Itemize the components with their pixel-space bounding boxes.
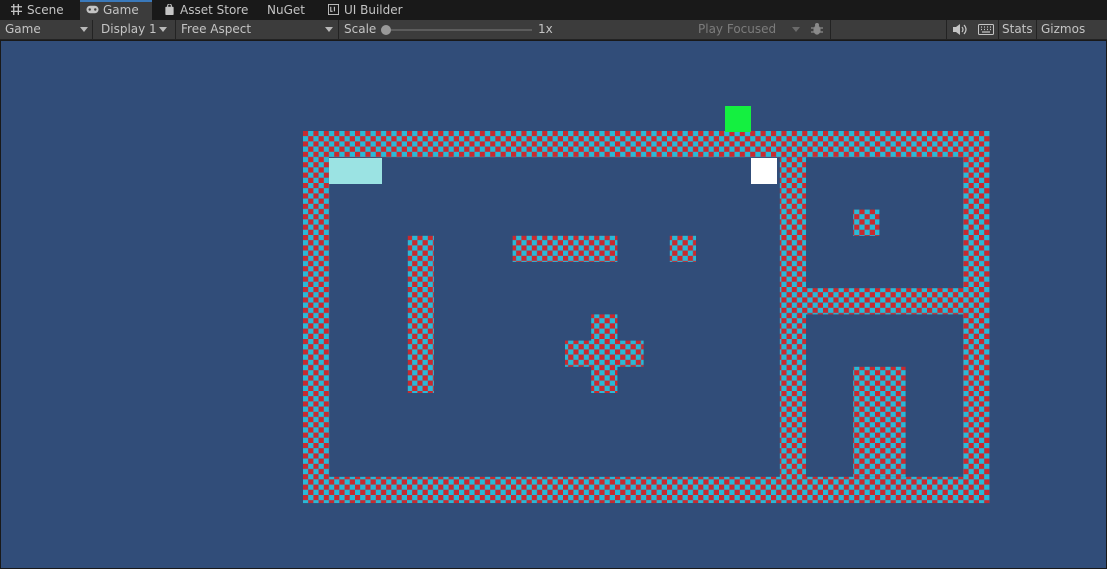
- wall-segment: [779, 157, 807, 498]
- wall-segment: [565, 340, 644, 367]
- tab-label: UI Builder: [344, 3, 403, 17]
- divider: [946, 20, 947, 39]
- chevron-down-icon: [325, 27, 333, 32]
- speaker-icon: [953, 24, 967, 35]
- tab-nuget[interactable]: NuGet: [261, 0, 311, 20]
- game-canvas: [303, 106, 990, 504]
- scale-value: 1x: [538, 22, 553, 36]
- player-sprite: [725, 106, 751, 132]
- goal-block: [751, 158, 777, 184]
- tab-scene[interactable]: Scene: [4, 0, 70, 20]
- display-value: Display 1: [101, 22, 157, 36]
- chevron-down-icon: [159, 27, 167, 32]
- play-mode-dropdown[interactable]: Play Focused: [694, 20, 804, 39]
- wall-segment: [303, 131, 330, 504]
- wall-segment: [512, 235, 618, 262]
- divider: [1036, 20, 1037, 39]
- start-block: [329, 158, 382, 184]
- shopping-bag-icon: [165, 4, 174, 15]
- tab-bar: Scene Game Asset Store NuGet UI Builder: [0, 0, 1107, 20]
- tab-asset-store[interactable]: Asset Store: [157, 0, 254, 20]
- game-toolbar: Game Display 1 Free Aspect Scale 1x Play…: [0, 20, 1107, 52]
- ui-builder-icon: [328, 4, 339, 15]
- wall-segment: [853, 209, 880, 236]
- wall-segment: [669, 235, 696, 262]
- keyboard-icon: [978, 24, 994, 35]
- scale-slider-thumb[interactable]: [381, 25, 391, 35]
- scale-slider-track[interactable]: [386, 29, 532, 31]
- gamepad-icon: [86, 5, 99, 14]
- divider: [998, 20, 999, 39]
- wall-segment: [407, 235, 434, 393]
- aspect-value: Free Aspect: [181, 22, 252, 36]
- tab-game[interactable]: Game: [80, 0, 152, 20]
- grid-icon: [11, 4, 22, 15]
- aspect-dropdown[interactable]: Free Aspect: [176, 20, 338, 39]
- display-dropdown[interactable]: Display 1: [93, 20, 175, 39]
- stats-button[interactable]: Stats: [1002, 20, 1033, 39]
- wall-segment: [303, 131, 990, 158]
- bug-icon: [811, 23, 823, 35]
- play-mode-value: Play Focused: [698, 22, 777, 36]
- chevron-down-icon: [80, 27, 88, 32]
- chevron-down-icon: [792, 27, 800, 32]
- game-view[interactable]: [1, 41, 1106, 568]
- tab-label: Scene: [27, 3, 64, 17]
- shortcuts-toggle[interactable]: [974, 20, 998, 39]
- divider: [830, 20, 831, 39]
- tab-ui-builder[interactable]: UI Builder: [321, 0, 409, 20]
- wall-segment: [800, 288, 972, 315]
- mode-value: Game: [5, 22, 41, 36]
- wall-segment: [303, 476, 990, 504]
- tab-label: Game: [103, 3, 139, 17]
- mute-audio-toggle[interactable]: [948, 20, 972, 39]
- debug-toggle[interactable]: [806, 20, 830, 39]
- tab-label: NuGet: [267, 3, 305, 17]
- scale-label: Scale: [344, 22, 377, 36]
- maze-walls: [303, 131, 990, 504]
- divider: [338, 20, 339, 39]
- mode-dropdown[interactable]: Game: [0, 20, 92, 39]
- wall-segment: [853, 366, 906, 477]
- tab-label: Asset Store: [180, 3, 249, 17]
- wall-segment: [963, 131, 990, 504]
- gizmos-button[interactable]: Gizmos: [1041, 20, 1085, 39]
